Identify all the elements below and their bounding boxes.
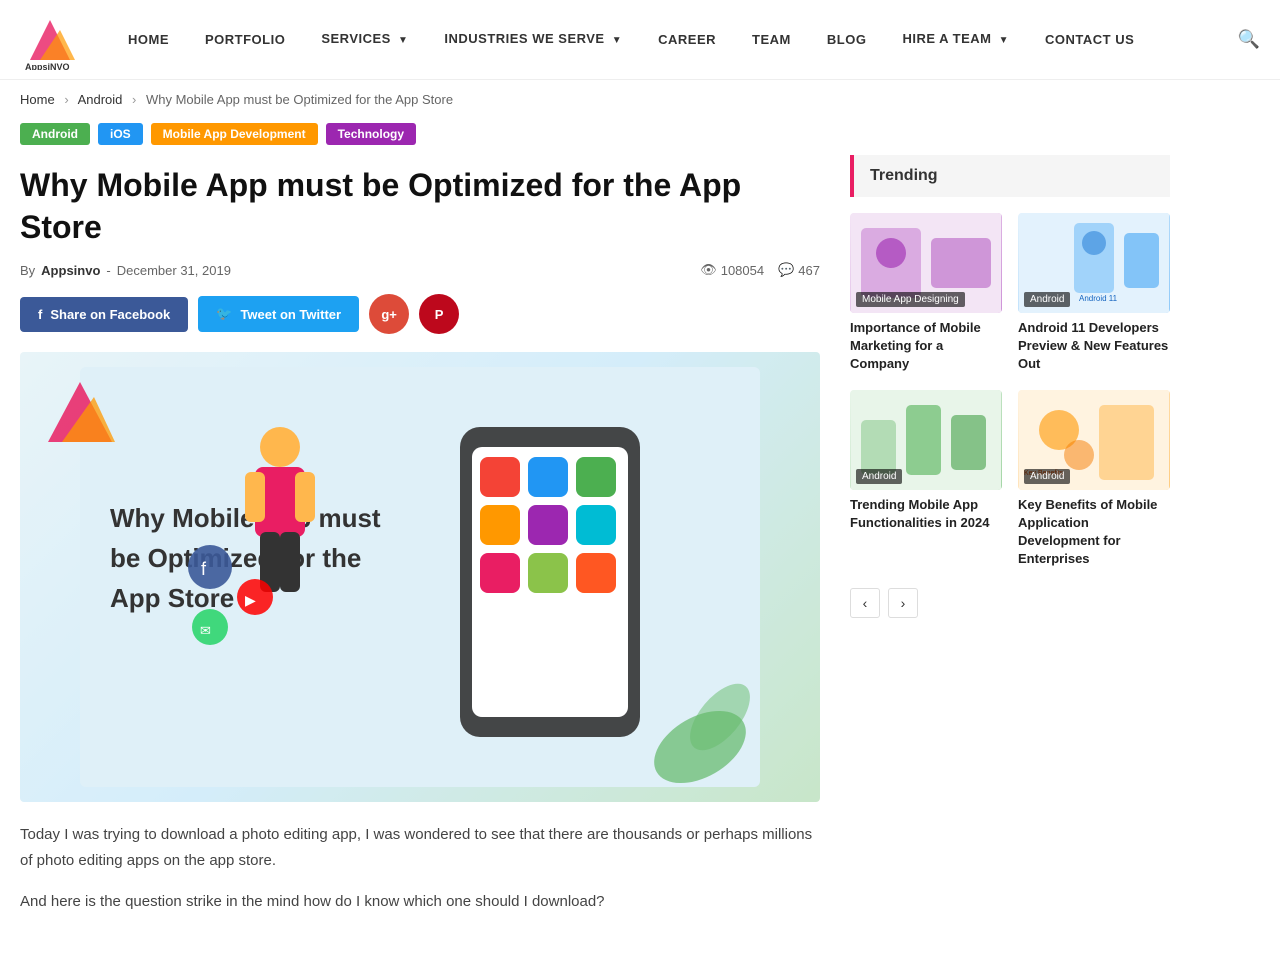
article-body: Today I was trying to download a photo e… [20, 822, 820, 915]
svg-text:be Optimized for the: be Optimized for the [110, 543, 361, 573]
main-nav: AppsiNVO HOME PORTFOLIO SERVICES ▼ INDUS… [0, 0, 1280, 80]
svg-text:▶: ▶ [245, 592, 256, 608]
meta-dash: - [106, 263, 110, 278]
search-icon[interactable]: 🔍 [1238, 29, 1260, 50]
tags-area: Android iOS Mobile App Development Techn… [0, 119, 1280, 155]
trending-card-title-1: Importance of Mobile Marketing for a Com… [850, 319, 1002, 374]
nav-team[interactable]: TEAM [734, 0, 809, 80]
trending-card-title-3: Trending Mobile App Functionalities in 2… [850, 496, 1002, 532]
svg-text:✉: ✉ [200, 623, 211, 638]
nav-services[interactable]: SERVICES ▼ [303, 0, 426, 81]
twitter-icon: 🐦 [216, 306, 232, 322]
breadcrumb-sep-1: › [64, 92, 68, 107]
trending-card-1[interactable]: Mobile App Designing Importance of Mobil… [850, 213, 1002, 374]
svg-text:AppsiNVO: AppsiNVO [25, 62, 70, 70]
share-buttons: f Share on Facebook 🐦 Tweet on Twitter g… [20, 294, 820, 334]
content-area: Why Mobile App must be Optimized for the… [20, 155, 820, 931]
article-meta-left: By Appsinvo - December 31, 2019 [20, 263, 231, 278]
nav-career[interactable]: CAREER [640, 0, 734, 80]
trending-card-badge-2: Android [1024, 292, 1070, 307]
tag-technology[interactable]: Technology [326, 123, 416, 145]
trending-card-3[interactable]: Android Trending Mobile App Functionalit… [850, 390, 1002, 569]
sidebar: Trending Mobile App Designing Importance… [850, 155, 1170, 931]
breadcrumb-current: Why Mobile App must be Optimized for the… [146, 92, 453, 107]
trending-card-badge-3: Android [856, 469, 902, 484]
pagination-prev[interactable]: ‹ [850, 588, 880, 618]
share-pinterest-button[interactable]: P [419, 294, 459, 334]
nav-blog[interactable]: BLOG [809, 0, 885, 80]
pagination-next[interactable]: › [888, 588, 918, 618]
breadcrumb: Home › Android › Why Mobile App must be … [0, 80, 1280, 119]
share-facebook-button[interactable]: f Share on Facebook [20, 297, 188, 332]
logo[interactable]: AppsiNVO [20, 10, 80, 70]
pinterest-icon: P [435, 307, 444, 322]
by-label: By [20, 263, 35, 278]
article-comments: 💬 467 [778, 262, 820, 278]
hero-image: Why Mobile App must be Optimized for the… [20, 352, 820, 802]
nav-links-list: HOME PORTFOLIO SERVICES ▼ INDUSTRIES WE … [110, 0, 1228, 81]
trending-card-img-1: Mobile App Designing [850, 213, 1002, 313]
article-title: Why Mobile App must be Optimized for the… [20, 165, 820, 248]
main-wrapper: Why Mobile App must be Optimized for the… [0, 155, 1280, 931]
hero-logo [40, 372, 120, 452]
gplus-icon: g+ [381, 307, 397, 322]
article-paragraph-1: Today I was trying to download a photo e… [20, 822, 820, 873]
trending-card-badge-4: Android [1024, 469, 1070, 484]
eye-icon: 👁 [700, 262, 717, 278]
facebook-icon: f [38, 307, 42, 322]
trending-grid: Mobile App Designing Importance of Mobil… [850, 213, 1170, 568]
trending-card-4[interactable]: Key Benefits Android Key Benefits of Mob… [1018, 390, 1170, 569]
trending-card-title-2: Android 11 Developers Preview & New Feat… [1018, 319, 1170, 374]
article-meta-right: 👁 108054 💬 467 [700, 262, 820, 278]
share-twitter-button[interactable]: 🐦 Tweet on Twitter [198, 296, 359, 332]
tag-ios[interactable]: iOS [98, 123, 143, 145]
trending-card-title-4: Key Benefits of Mobile Application Devel… [1018, 496, 1170, 569]
comment-icon: 💬 [778, 262, 794, 278]
trending-card-img-4: Key Benefits Android [1018, 390, 1170, 490]
tag-mobile-app-dev[interactable]: Mobile App Development [151, 123, 318, 145]
article-views: 👁 108054 [700, 262, 764, 278]
nav-hire[interactable]: HIRE A TEAM ▼ [884, 0, 1027, 81]
breadcrumb-sep-2: › [132, 92, 136, 107]
nav-home[interactable]: HOME [110, 0, 187, 80]
sidebar-pagination: ‹ › [850, 588, 1170, 618]
article-paragraph-2: And here is the question strike in the m… [20, 889, 820, 915]
svg-text:Android 11: Android 11 [1079, 294, 1118, 303]
article-date: December 31, 2019 [117, 263, 231, 278]
breadcrumb-home[interactable]: Home [20, 92, 55, 107]
trending-card-img-3: Android [850, 390, 1002, 490]
nav-industries[interactable]: INDUSTRIES WE SERVE ▼ [426, 0, 640, 81]
breadcrumb-android[interactable]: Android [78, 92, 123, 107]
nav-portfolio[interactable]: PORTFOLIO [187, 0, 303, 80]
tag-android[interactable]: Android [20, 123, 90, 145]
hero-illustration: Why Mobile App must be Optimized for the… [80, 367, 760, 787]
trending-header: Trending [850, 155, 1170, 197]
trending-card-img-2: Android 11 Android [1018, 213, 1170, 313]
article-author[interactable]: Appsinvo [41, 263, 100, 278]
trending-card-badge-1: Mobile App Designing [856, 292, 965, 307]
article-meta: By Appsinvo - December 31, 2019 👁 108054… [20, 262, 820, 278]
share-googleplus-button[interactable]: g+ [369, 294, 409, 334]
nav-contact[interactable]: CONTACT US [1027, 0, 1152, 80]
trending-card-2[interactable]: Android 11 Android Android 11 Developers… [1018, 213, 1170, 374]
